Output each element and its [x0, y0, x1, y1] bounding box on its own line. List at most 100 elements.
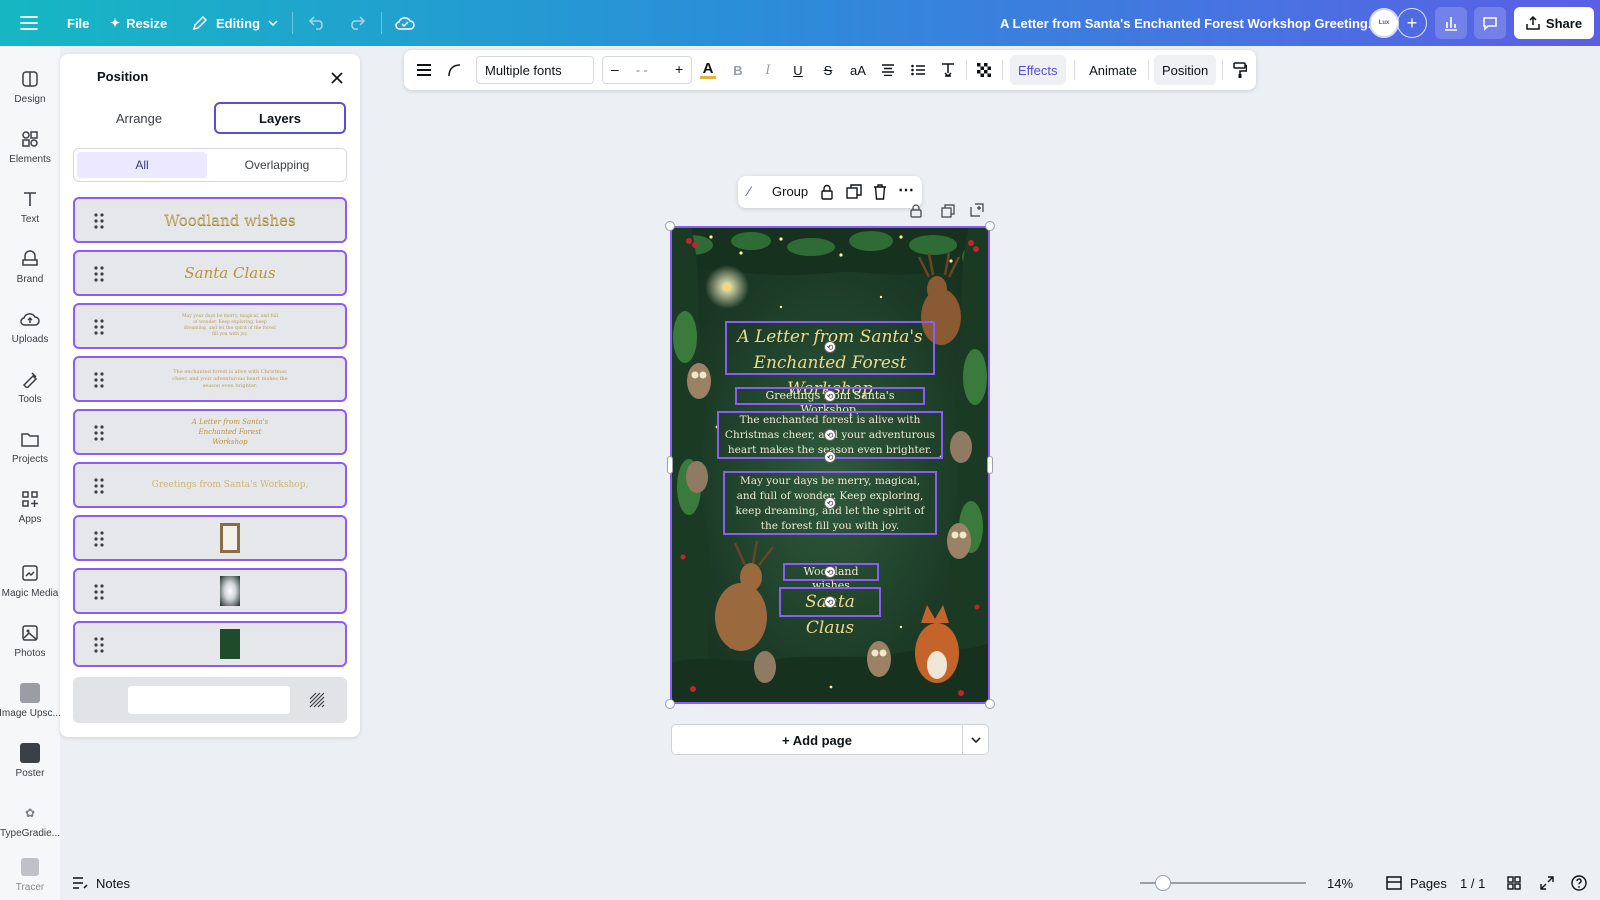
layer-item[interactable]: Woodland wishes	[73, 197, 347, 243]
drag-handle-icon[interactable]	[93, 583, 105, 601]
trash-icon[interactable]	[873, 184, 887, 200]
redo-button[interactable]	[347, 0, 365, 46]
zoom-slider-thumb[interactable]	[1155, 875, 1172, 891]
letter-case-button[interactable]: aA	[844, 50, 872, 90]
rail-item-image-upscaler[interactable]: Image Upsc...	[0, 672, 61, 728]
font-family-select[interactable]: Multiple fonts	[476, 56, 594, 84]
spacing-button[interactable]	[934, 50, 962, 90]
layer-item[interactable]: Greetings from Santa's Workshop,	[73, 462, 347, 508]
resize-button[interactable]: ✦ Resize	[110, 0, 167, 46]
drag-handle-icon[interactable]	[93, 477, 105, 495]
layer-item-background[interactable]	[73, 677, 347, 723]
resize-handle-left[interactable]	[667, 456, 673, 474]
rail-item-photos[interactable]: Photos	[0, 612, 60, 668]
drag-handle-icon[interactable]	[93, 371, 105, 389]
underline-button[interactable]: U	[784, 50, 812, 90]
lock-icon[interactable]	[820, 184, 834, 200]
bold-button[interactable]: B	[724, 50, 752, 90]
undo-button[interactable]	[309, 0, 327, 46]
copy-style-button[interactable]	[1226, 50, 1254, 90]
filter-all[interactable]: All	[77, 152, 207, 178]
add-page-options-button[interactable]	[963, 725, 989, 754]
rail-item-tracer[interactable]: Tracer	[0, 846, 60, 900]
document-title[interactable]: A Letter from Santa's Enchanted Forest W…	[1000, 0, 1379, 46]
increase-size-button[interactable]: +	[675, 61, 683, 77]
drag-handle-icon[interactable]	[93, 636, 105, 654]
insights-button[interactable]	[1435, 7, 1467, 39]
avatar[interactable]: Lux	[1369, 8, 1399, 38]
drag-handle-icon[interactable]	[93, 212, 105, 230]
spacing-icon	[942, 63, 954, 77]
frame-duplicate-icon[interactable]	[941, 204, 957, 220]
panel-title: Position	[97, 69, 149, 84]
resize-handle-top-left[interactable]	[665, 221, 675, 231]
page-count: 1 / 1	[1460, 866, 1485, 900]
drag-handle-icon[interactable]	[93, 530, 105, 548]
resize-handle-bottom-left[interactable]	[665, 699, 675, 709]
rail-item-design[interactable]: Design	[0, 58, 60, 114]
curve-text-button[interactable]	[440, 50, 468, 90]
rail-item-typegradient[interactable]: ✿ TypeGradie...	[0, 792, 60, 848]
save-status-button[interactable]	[395, 0, 415, 46]
filter-overlapping[interactable]: Overlapping	[211, 152, 343, 178]
rail-item-poster[interactable]: Poster	[0, 732, 60, 788]
fullscreen-button[interactable]	[1540, 866, 1554, 900]
rail-item-brand[interactable]: Brand	[0, 238, 60, 294]
text-color-button[interactable]: A	[694, 50, 722, 90]
grid-view-button[interactable]	[1507, 866, 1521, 900]
position-button[interactable]: Position	[1154, 55, 1217, 85]
layer-item[interactable]	[73, 621, 347, 667]
layer-item[interactable]: Santa Claus	[73, 250, 347, 296]
menu-button[interactable]	[20, 0, 38, 46]
group-button[interactable]: Group	[772, 184, 808, 199]
more-options-button[interactable]	[410, 50, 438, 90]
frame-add-icon[interactable]	[970, 203, 986, 219]
left-rail: Design Elements Text Brand Uploads Tools…	[0, 46, 61, 900]
magic-edit-icon[interactable]: ⁄	[748, 183, 750, 199]
rail-item-elements[interactable]: Elements	[0, 118, 60, 174]
pages-button[interactable]: Pages	[1386, 866, 1447, 900]
resize-handle-bottom-right[interactable]	[985, 699, 995, 709]
share-button[interactable]: Share	[1514, 7, 1594, 39]
layer-item[interactable]: A Letter from Santa's Enchanted Forest W…	[73, 409, 347, 455]
zoom-slider[interactable]	[1140, 875, 1306, 891]
invite-button[interactable]: +	[1397, 8, 1427, 38]
drag-handle-icon[interactable]	[93, 424, 105, 442]
layer-item[interactable]	[73, 568, 347, 614]
rail-item-projects[interactable]: Projects	[0, 418, 60, 474]
zoom-level[interactable]: 14%	[1327, 866, 1353, 900]
add-page-button[interactable]: + Add page	[671, 724, 989, 755]
layer-item[interactable]: The enchanted forest is alive with Chris…	[73, 356, 347, 402]
rail-item-uploads[interactable]: Uploads	[0, 298, 60, 354]
transparency-button[interactable]	[970, 50, 998, 90]
rail-item-text[interactable]: Text	[0, 178, 60, 234]
decrease-size-button[interactable]: –	[611, 61, 619, 77]
close-panel-button[interactable]	[327, 68, 347, 88]
comments-button[interactable]	[1474, 7, 1506, 39]
list-button[interactable]	[904, 50, 932, 90]
tab-layers[interactable]: Layers	[214, 102, 346, 134]
align-button[interactable]	[874, 50, 902, 90]
animate-button[interactable]: Animate	[1082, 50, 1144, 90]
frame-lock-icon[interactable]	[910, 204, 926, 220]
duplicate-icon[interactable]	[846, 184, 862, 200]
drag-handle-icon[interactable]	[93, 318, 105, 336]
editing-dropdown[interactable]: Editing	[192, 0, 278, 46]
rail-item-tools[interactable]: Tools	[0, 358, 60, 414]
font-size-value[interactable]: - -	[636, 63, 647, 77]
help-button[interactable]	[1571, 866, 1587, 900]
file-menu[interactable]: File	[67, 0, 89, 46]
notes-button[interactable]: Notes	[72, 866, 130, 900]
resize-handle-top-right[interactable]	[985, 221, 995, 231]
layer-item[interactable]	[73, 515, 347, 561]
italic-button[interactable]: I	[754, 50, 782, 90]
layer-item[interactable]: May your days be merry, magical, and ful…	[73, 303, 347, 349]
rail-item-magic-media[interactable]: Magic Media	[0, 552, 60, 608]
resize-handle-right[interactable]	[987, 456, 993, 474]
effects-button[interactable]: Effects	[1010, 55, 1066, 85]
tab-arrange[interactable]: Arrange	[73, 102, 205, 134]
strikethrough-button[interactable]: S	[814, 50, 842, 90]
more-icon[interactable]: ⋯	[898, 180, 914, 200]
rail-item-apps[interactable]: Apps	[0, 478, 60, 534]
drag-handle-icon[interactable]	[93, 265, 105, 283]
